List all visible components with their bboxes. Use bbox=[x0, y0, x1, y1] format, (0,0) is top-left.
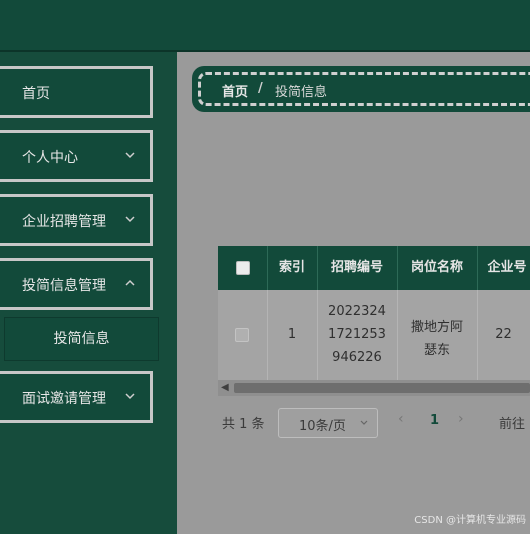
menu-item-label: 首页 bbox=[22, 86, 50, 102]
menu-item-label: 投简信息管理 bbox=[22, 278, 106, 294]
cell-recruit-no-line: 946226 bbox=[332, 350, 382, 365]
table-row[interactable]: 1 2022324 1721253 946226 撒地方阿 瑟东 22 bbox=[218, 290, 530, 380]
header-company-no: 企业号 bbox=[487, 260, 527, 275]
chevron-down-icon bbox=[360, 420, 368, 425]
menu-item-personal-center[interactable]: 个人中心 bbox=[0, 130, 153, 182]
header-recruit-no: 招聘编号 bbox=[317, 246, 398, 290]
breadcrumb-home[interactable]: 首页 bbox=[222, 81, 248, 100]
header-index: 索引 bbox=[267, 246, 318, 290]
cell-recruit-no-line: 2022324 bbox=[328, 304, 386, 319]
chevron-down-icon bbox=[125, 393, 135, 400]
cell-job-name-line: 瑟东 bbox=[423, 343, 450, 358]
sidebar: 首页 个人中心 企业招聘管理 投简信息管理 投简信息 面试邀请管理 bbox=[0, 52, 177, 534]
cell-company-no: 22 bbox=[477, 290, 530, 380]
cell-job-name-line: 撒地方阿 bbox=[410, 320, 463, 335]
cell-company-no-text: 22 bbox=[495, 327, 512, 342]
row-checkbox[interactable] bbox=[235, 328, 249, 342]
prev-page-icon[interactable]: ‹ bbox=[398, 411, 404, 427]
breadcrumb: 首页 / 投简信息 bbox=[192, 66, 530, 112]
top-bar bbox=[0, 0, 530, 52]
header-select-cell bbox=[218, 246, 268, 290]
cell-index-text: 1 bbox=[287, 327, 297, 342]
menu-item-home[interactable]: 首页 bbox=[0, 66, 153, 118]
menu-item-recruitment-management[interactable]: 企业招聘管理 bbox=[0, 194, 153, 246]
chevron-down-icon bbox=[125, 216, 135, 223]
row-select-cell bbox=[218, 290, 268, 380]
current-page-number[interactable]: 1 bbox=[430, 413, 439, 428]
chevron-down-icon bbox=[125, 152, 135, 159]
cell-recruit-no: 2022324 1721253 946226 bbox=[317, 290, 398, 380]
menu-item-label: 企业招聘管理 bbox=[22, 214, 106, 230]
cell-recruit-no-line: 1721253 bbox=[328, 327, 386, 342]
submenu-item-resume-info[interactable]: 投简信息 bbox=[4, 317, 159, 361]
cell-index: 1 bbox=[267, 290, 318, 380]
header-job-name: 岗位名称 bbox=[397, 246, 478, 290]
next-page-icon[interactable]: › bbox=[458, 411, 464, 427]
table-horizontal-scrollbar[interactable]: ◀ bbox=[218, 380, 530, 396]
select-all-checkbox[interactable] bbox=[236, 261, 250, 275]
menu-item-label: 面试邀请管理 bbox=[22, 391, 106, 407]
scrollbar-thumb[interactable] bbox=[234, 383, 530, 393]
table-header: 索引 招聘编号 岗位名称 企业号 bbox=[218, 246, 530, 290]
pagination-total: 共 1 条 bbox=[222, 417, 265, 432]
resume-table: 索引 招聘编号 岗位名称 企业号 1 2022324 1721253 94622… bbox=[218, 246, 530, 396]
breadcrumb-current: 投简信息 bbox=[275, 85, 328, 100]
pagination: 共 1 条 10条/页 ‹ 1 › 前往 bbox=[222, 408, 530, 438]
goto-page-label: 前往 bbox=[499, 417, 526, 432]
chevron-up-icon bbox=[125, 279, 135, 286]
page-size-select[interactable]: 10条/页 bbox=[278, 408, 378, 438]
menu-item-resume-management[interactable]: 投简信息管理 bbox=[0, 258, 153, 310]
menu-item-label: 个人中心 bbox=[22, 150, 78, 166]
cell-job-name: 撒地方阿 瑟东 bbox=[397, 290, 478, 380]
breadcrumb-separator: / bbox=[258, 81, 263, 96]
menu-item-interview-management[interactable]: 面试邀请管理 bbox=[0, 371, 153, 423]
watermark: CSDN @计算机专业源码 bbox=[414, 515, 526, 526]
page-size-value: 10条/页 bbox=[299, 419, 346, 434]
scroll-left-arrow-icon[interactable]: ◀ bbox=[221, 382, 229, 393]
